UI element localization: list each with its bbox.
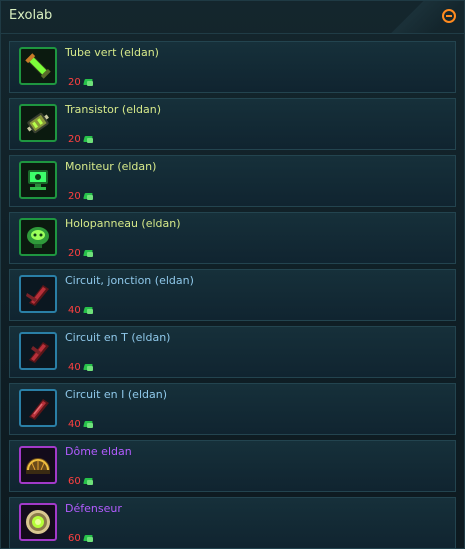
item-price: 20	[68, 191, 94, 202]
list-item[interactable]: Holopanneau (eldan) 20	[9, 212, 456, 264]
currency-icon	[84, 249, 94, 258]
currency-icon	[84, 420, 94, 429]
list-item[interactable]: Tube vert (eldan) 20	[9, 41, 456, 93]
list-item[interactable]: Dôme eldan 60	[9, 440, 456, 492]
price-value: 20	[68, 248, 81, 259]
item-price: 40	[68, 419, 94, 430]
price-value: 20	[68, 134, 81, 145]
price-value: 60	[68, 533, 81, 544]
currency-icon	[84, 306, 94, 315]
item-price: 20	[68, 77, 94, 88]
item-name: Holopanneau (eldan)	[65, 217, 181, 230]
panel-header: Exolab	[1, 1, 464, 34]
list-item[interactable]: Transistor (eldan) 20	[9, 98, 456, 150]
item-price: 20	[68, 134, 94, 145]
defender-icon	[19, 503, 57, 541]
currency-icon	[84, 78, 94, 87]
list-item[interactable]: Moniteur (eldan) 20	[9, 155, 456, 207]
circuit-junction-icon	[19, 275, 57, 313]
item-price: 60	[68, 476, 94, 487]
item-name: Circuit, jonction (eldan)	[65, 274, 194, 287]
item-name: Transistor (eldan)	[65, 103, 162, 116]
item-name: Dôme eldan	[65, 445, 132, 458]
circuit-i-icon	[19, 389, 57, 427]
green-tube-icon	[19, 47, 57, 85]
currency-icon	[84, 363, 94, 372]
list-item[interactable]: Circuit en T (eldan) 40	[9, 326, 456, 378]
panel-title: Exolab	[9, 8, 53, 23]
dome-icon	[19, 446, 57, 484]
currency-icon	[84, 135, 94, 144]
item-name: Tube vert (eldan)	[65, 46, 159, 59]
item-price: 40	[68, 305, 94, 316]
item-price: 60	[68, 533, 94, 544]
currency-icon	[84, 477, 94, 486]
transistor-icon	[19, 104, 57, 142]
currency-icon	[84, 534, 94, 543]
currency-icon	[84, 192, 94, 201]
list-item[interactable]: Circuit en I (eldan) 40	[9, 383, 456, 435]
list-item[interactable]: Défenseur 60	[9, 497, 456, 549]
price-value: 40	[68, 362, 81, 373]
item-name: Défenseur	[65, 502, 122, 515]
price-value: 20	[68, 77, 81, 88]
price-value: 40	[68, 419, 81, 430]
item-price: 40	[68, 362, 94, 373]
item-name: Moniteur (eldan)	[65, 160, 157, 173]
list-item[interactable]: Circuit, jonction (eldan) 40	[9, 269, 456, 321]
item-name: Circuit en T (eldan)	[65, 331, 171, 344]
monitor-icon	[19, 161, 57, 199]
exolab-panel: Exolab Tube vert (eldan) 20 Transistor (…	[0, 0, 465, 549]
item-name: Circuit en I (eldan)	[65, 388, 167, 401]
item-price: 20	[68, 248, 94, 259]
circuit-t-icon	[19, 332, 57, 370]
holopanel-icon	[19, 218, 57, 256]
collapse-button[interactable]	[442, 9, 456, 23]
price-value: 60	[68, 476, 81, 487]
price-value: 40	[68, 305, 81, 316]
price-value: 20	[68, 191, 81, 202]
